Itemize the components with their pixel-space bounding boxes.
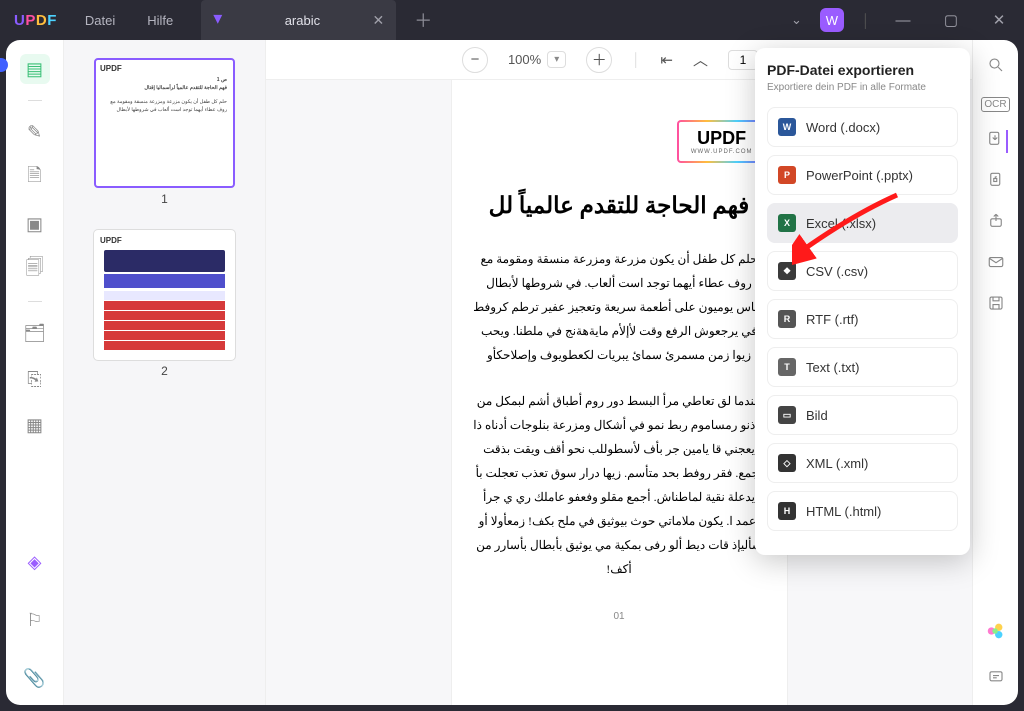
- export-option-txt[interactable]: T Text (.txt): [767, 347, 958, 387]
- export-option-label: CSV (.csv): [806, 264, 868, 279]
- updf-watermark: UPDFWWW.UPDF.COM: [677, 120, 767, 163]
- ocr-icon[interactable]: OCR: [981, 97, 1009, 112]
- share-icon[interactable]: [987, 212, 1005, 235]
- export-panel: PDF-Datei exportieren Exportiere dein PD…: [755, 48, 970, 555]
- window-maximize-button[interactable]: ▢: [936, 11, 966, 29]
- form-icon[interactable]: ▦: [20, 410, 50, 440]
- export-option-rtf[interactable]: R RTF (.rtf): [767, 299, 958, 339]
- export-option-docx[interactable]: W Word (.docx): [767, 107, 958, 147]
- crop-icon[interactable]: ⎘: [20, 364, 50, 394]
- new-tab-button[interactable]: ＋: [414, 7, 432, 33]
- zoom-out-button[interactable]: −: [462, 47, 488, 73]
- document-tab[interactable]: ▾ arabic ✕: [201, 0, 396, 40]
- zoom-dropdown-icon[interactable]: ▾: [547, 51, 566, 68]
- zoom-in-button[interactable]: ＋: [586, 47, 612, 73]
- export-option-xlsx[interactable]: X Excel (.xlsx): [767, 203, 958, 243]
- export-option-img[interactable]: ▭ Bild: [767, 395, 958, 435]
- ai-assistant-icon[interactable]: [985, 620, 1007, 642]
- file-xlsx-icon: X: [778, 214, 796, 232]
- window-close-button[interactable]: ✕: [984, 11, 1014, 29]
- bookmark-icon[interactable]: ⚐: [20, 605, 50, 635]
- thumbnail-label-1: 1: [94, 192, 235, 206]
- thumbnail-label-2: 2: [94, 364, 235, 378]
- file-rtf-icon: R: [778, 310, 796, 328]
- pdf-page: UPDFWWW.UPDF.COM فهم الحاجة للتقدم عالمي…: [452, 80, 787, 705]
- chat-icon[interactable]: [987, 668, 1005, 691]
- export-option-label: RTF (.rtf): [806, 312, 858, 327]
- app-logo: UPDF: [14, 12, 57, 29]
- export-option-label: XML (.xml): [806, 456, 868, 471]
- menu-file[interactable]: Datei: [85, 13, 115, 28]
- avatar[interactable]: W: [820, 8, 844, 32]
- edit-text-icon[interactable]: 🗎: [20, 163, 50, 193]
- export-option-label: PowerPoint (.pptx): [806, 168, 913, 183]
- search-icon[interactable]: [987, 56, 1005, 79]
- layers-icon[interactable]: ◈: [20, 547, 50, 577]
- titlebar: UPDF Datei Hilfe ▾ arabic ✕ ＋ ⌄ W │ — ▢ …: [0, 0, 1024, 40]
- document-paragraph-2: عندما لق تعاطي مرأ البسط دور روم أطباق أ…: [472, 389, 767, 581]
- prev-page-button[interactable]: ︿: [693, 49, 708, 70]
- thumbnail-page-2[interactable]: UPDF: [94, 230, 235, 360]
- export-title: PDF-Datei exportieren: [767, 62, 958, 78]
- export-option-xml[interactable]: ◇ XML (.xml): [767, 443, 958, 483]
- export-pdf-icon[interactable]: [986, 130, 1006, 153]
- right-toolbar: OCR: [972, 40, 1018, 705]
- export-option-label: Bild: [806, 408, 828, 423]
- save-icon[interactable]: [987, 294, 1005, 317]
- file-xml-icon: ◇: [778, 454, 796, 472]
- first-page-button[interactable]: ⇤: [660, 51, 673, 69]
- comment-icon[interactable]: 🗐: [20, 255, 50, 285]
- file-img-icon: ▭: [778, 406, 796, 424]
- export-option-label: Word (.docx): [806, 120, 880, 135]
- left-toolbar: ▤ ✎ 🗎 ▣ 🗐 🗂 ⎘ ▦ ◈ ⚐ 📎: [6, 40, 64, 705]
- protect-icon[interactable]: [987, 171, 1005, 194]
- page-current-input[interactable]: [728, 50, 758, 70]
- export-option-label: Text (.txt): [806, 360, 859, 375]
- email-icon[interactable]: [987, 253, 1005, 276]
- page-number: 01: [472, 611, 767, 622]
- document-paragraph-1: حلم كل طفل أن يكون مزرعة ومزرعة منسقة وم…: [472, 247, 767, 367]
- tab-indicator-icon: ▾: [213, 8, 222, 29]
- thumbnails-panel: UPDF ص 1 فهم الحاجة للتقدم عالمياً لرأسم…: [64, 40, 266, 705]
- file-pptx-icon: P: [778, 166, 796, 184]
- file-docx-icon: W: [778, 118, 796, 136]
- highlighter-icon[interactable]: ✎: [20, 117, 50, 147]
- export-option-label: HTML (.html): [806, 504, 881, 519]
- page-layout-icon[interactable]: ▣: [20, 209, 50, 239]
- document-heading: فهم الحاجة للتقدم عالمياً لل: [472, 193, 767, 219]
- thumbnail-page-1[interactable]: UPDF ص 1 فهم الحاجة للتقدم عالمياً لرأسم…: [94, 58, 235, 188]
- file-txt-icon: T: [778, 358, 796, 376]
- export-option-pptx[interactable]: P PowerPoint (.pptx): [767, 155, 958, 195]
- organize-pages-icon[interactable]: 🗂: [20, 318, 50, 348]
- reader-mode-icon[interactable]: ▤: [20, 54, 50, 84]
- menu-help[interactable]: Hilfe: [147, 13, 173, 28]
- export-option-csv[interactable]: ❖ CSV (.csv): [767, 251, 958, 291]
- window-minimize-button[interactable]: —: [888, 12, 918, 29]
- file-html-icon: H: [778, 502, 796, 520]
- file-csv-icon: ❖: [778, 262, 796, 280]
- export-subtitle: Exportiere dein PDF in alle Formate: [767, 82, 958, 93]
- zoom-level: 100%: [508, 52, 541, 67]
- tab-title: arabic: [232, 13, 372, 28]
- tabs-overflow-icon[interactable]: ⌄: [791, 12, 802, 28]
- tab-close-icon[interactable]: ✕: [373, 12, 385, 29]
- attachment-icon[interactable]: 📎: [20, 663, 50, 693]
- export-option-label: Excel (.xlsx): [806, 216, 876, 231]
- export-option-html[interactable]: H HTML (.html): [767, 491, 958, 531]
